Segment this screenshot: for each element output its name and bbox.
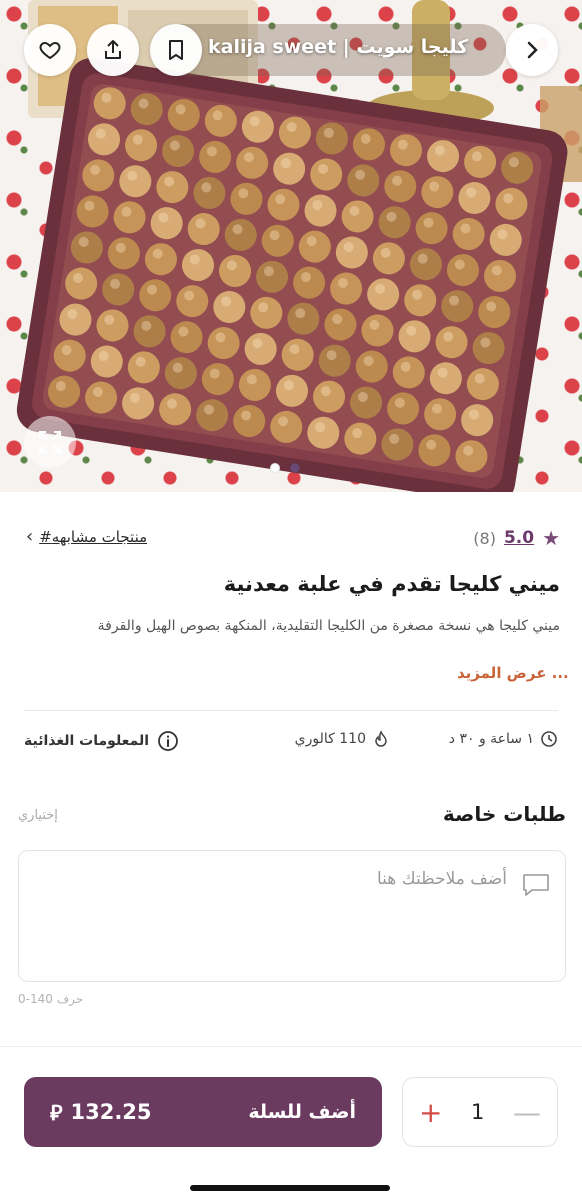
add-to-cart-label: أضف للسلة xyxy=(248,1101,356,1123)
clock-icon xyxy=(541,731,557,747)
product-details: ‹ #منتجات مشابهه (8) 5.0 ★ ميني كليجا تق… xyxy=(0,492,582,1052)
chevron-left-icon: ‹ xyxy=(26,526,34,547)
share-icon xyxy=(105,40,121,59)
see-more-link[interactable]: ... عرض المزيد xyxy=(457,664,569,682)
bookmark-icon xyxy=(169,40,183,60)
forward-button[interactable] xyxy=(506,24,558,76)
similar-products-label[interactable]: #منتجات مشابهه xyxy=(39,528,147,546)
prep-time: ١ ساعة و ٣٠ د xyxy=(449,730,558,748)
special-requests-title: طلبات خاصة xyxy=(442,802,566,826)
gallery-dot-2[interactable] xyxy=(290,463,300,473)
character-limit: 0-140 حرف xyxy=(18,992,84,1006)
quantity-value: 1 xyxy=(471,1100,485,1124)
home-indicator xyxy=(190,1185,390,1191)
decrease-quantity-button[interactable]: — xyxy=(513,1096,541,1129)
star-icon: ★ xyxy=(542,526,560,550)
expand-icon xyxy=(39,431,61,453)
heart-icon xyxy=(39,41,61,60)
price-value: 132.25 xyxy=(70,1100,152,1124)
info-icon xyxy=(158,731,178,751)
store-name[interactable]: kalija sweet | كليجا سويت xyxy=(208,36,498,58)
cart-price: ⃁ 132.25 xyxy=(50,1099,152,1126)
product-title: ميني كليجا تقدم في علبة معدنية xyxy=(223,572,560,596)
chevron-right-icon xyxy=(527,41,538,59)
riyal-icon: ⃁ xyxy=(50,1100,63,1125)
product-image-gallery[interactable]: kalija sweet | كليجا سويت xyxy=(0,0,582,492)
quantity-stepper: + 1 — xyxy=(402,1077,558,1147)
share-button[interactable] xyxy=(87,24,139,76)
product-description: ميني كليجا هي نسخة مصغرة من الكليجا التق… xyxy=(97,618,560,634)
add-to-cart-button[interactable]: ⃁ 132.25 أضف للسلة xyxy=(24,1077,382,1147)
gallery-dot-1[interactable] xyxy=(270,463,280,473)
notes-placeholder[interactable]: أضف ملاحظتك هنا xyxy=(377,869,507,889)
similar-products-link[interactable]: ‹ #منتجات مشابهه xyxy=(26,526,147,547)
divider xyxy=(24,710,558,711)
rating-row: ‹ #منتجات مشابهه (8) 5.0 ★ xyxy=(0,526,582,556)
increase-quantity-button[interactable]: + xyxy=(419,1096,442,1129)
nutrition-info-label[interactable]: المعلومات الغذائية xyxy=(24,733,149,749)
product-rating[interactable]: (8) 5.0 ★ xyxy=(473,526,560,550)
rating-count: (8) xyxy=(473,528,496,548)
expand-image-button[interactable] xyxy=(24,416,76,468)
flame-icon xyxy=(375,730,387,747)
bottom-action-bar: ⃁ 132.25 أضف للسلة + 1 — xyxy=(0,1046,582,1200)
favorite-button[interactable] xyxy=(24,24,76,76)
notes-field[interactable]: أضف ملاحظتك هنا xyxy=(18,850,566,982)
bookmark-button[interactable] xyxy=(150,24,202,76)
calories-label: 110 كالوري xyxy=(294,731,366,747)
optional-label: إختياري xyxy=(18,808,58,823)
prep-time-label: ١ ساعة و ٣٠ د xyxy=(448,731,534,747)
rating-value[interactable]: 5.0 xyxy=(504,528,534,548)
product-meta-row: ١ ساعة و ٣٠ د 110 كالوري المعلومات الغذا… xyxy=(0,730,582,760)
chat-bubble-icon xyxy=(523,874,549,896)
nutrition-info-button[interactable]: المعلومات الغذائية xyxy=(24,730,179,752)
gallery-pagination xyxy=(270,463,300,473)
calories: 110 كالوري xyxy=(295,730,390,748)
